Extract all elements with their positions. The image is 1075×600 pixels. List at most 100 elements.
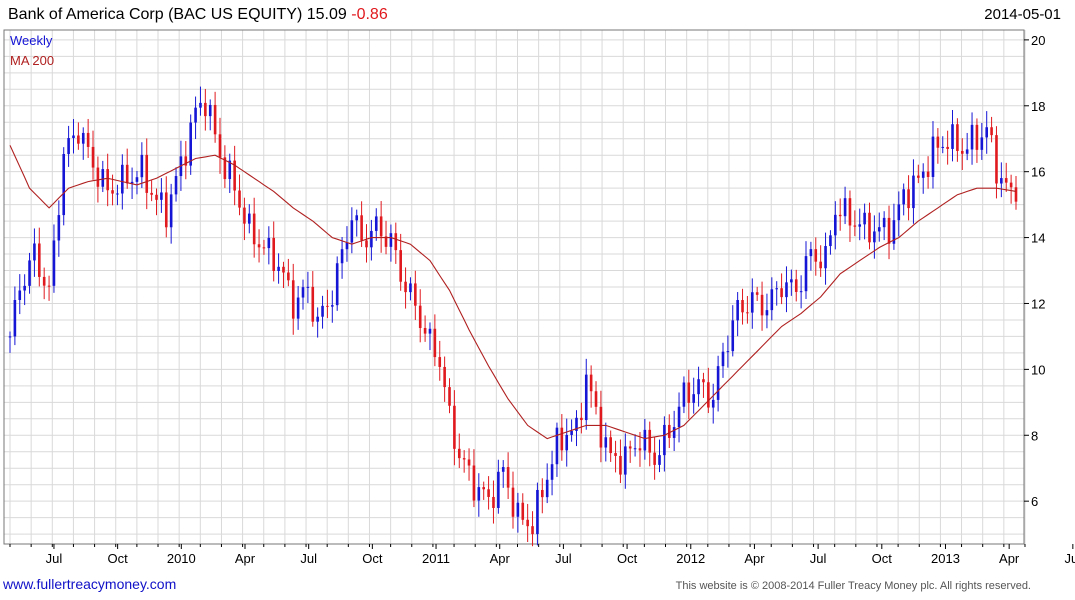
candle	[550, 450, 554, 496]
candle	[443, 356, 446, 402]
candle	[814, 237, 818, 276]
x-tick-label: Jul	[810, 551, 827, 566]
candle-body	[1014, 187, 1018, 202]
candle-body	[604, 437, 608, 448]
candle	[711, 383, 715, 424]
candle-body	[965, 149, 969, 154]
candle-body	[736, 300, 739, 321]
candle-body	[716, 366, 720, 400]
candle-body	[418, 305, 422, 328]
candle-body	[663, 424, 666, 456]
candle	[418, 289, 422, 343]
candle-body	[907, 189, 910, 209]
candle	[316, 307, 319, 338]
candle-body	[1000, 178, 1003, 184]
candle	[433, 314, 437, 367]
candle-body	[521, 502, 525, 520]
candle-body	[555, 427, 559, 465]
candle-body	[531, 526, 534, 535]
candle-body	[189, 122, 192, 166]
candle	[208, 99, 212, 131]
candle	[106, 153, 109, 207]
website-link[interactable]: www.fullertreacymoney.com	[3, 576, 176, 592]
candle-body	[291, 280, 295, 319]
candle-body	[853, 225, 857, 227]
candle-body	[62, 154, 66, 216]
candle	[868, 202, 871, 250]
candle	[873, 215, 876, 259]
candle-body	[72, 135, 75, 139]
candle-body	[750, 292, 754, 313]
candle-body	[985, 127, 988, 138]
copyright-text: This website is © 2008-2014 Fuller Treac…	[675, 580, 1031, 592]
candle-body	[282, 266, 285, 273]
candle-body	[164, 192, 168, 228]
candle-body	[560, 427, 564, 451]
candle-body	[741, 300, 744, 313]
candle	[697, 366, 700, 407]
candle	[970, 112, 974, 165]
candle-body	[145, 154, 149, 193]
candle-body	[238, 190, 241, 208]
candle-body	[633, 448, 637, 450]
x-tick-label: Jul	[300, 551, 317, 566]
candle-body	[838, 214, 842, 217]
y-tick-label: 14	[1031, 231, 1045, 246]
candle	[516, 492, 520, 533]
y-tick-label: 18	[1031, 99, 1045, 114]
candle-body	[501, 467, 505, 472]
candle-body	[667, 424, 671, 438]
candle	[931, 121, 935, 189]
x-tick-label: Jul	[555, 551, 572, 566]
candle-body	[457, 448, 461, 459]
candle-body	[38, 243, 41, 277]
y-tick-label: 16	[1031, 165, 1045, 180]
candle	[247, 204, 251, 234]
candle	[750, 278, 754, 329]
candle-body	[848, 198, 852, 226]
candle-body	[169, 194, 173, 228]
candle	[667, 414, 671, 449]
candle-body	[799, 291, 803, 293]
candle	[335, 256, 339, 311]
x-tick-label: Jul	[46, 551, 63, 566]
candle	[311, 271, 315, 327]
candle	[887, 205, 891, 260]
candle	[169, 183, 173, 244]
candle-body	[277, 266, 280, 271]
candle-body	[580, 417, 583, 421]
candle	[926, 156, 930, 189]
candle-body	[409, 283, 412, 293]
candle-body	[174, 176, 178, 195]
candle	[1009, 174, 1013, 204]
candle	[560, 414, 564, 461]
candle-body	[326, 305, 329, 307]
candle	[731, 305, 735, 357]
candle	[72, 119, 75, 154]
candle	[331, 290, 334, 323]
candle-body	[565, 434, 569, 451]
candle-body	[628, 446, 632, 449]
candle-body	[746, 312, 749, 314]
candle-body	[365, 240, 368, 248]
candle-body	[912, 175, 915, 209]
candle	[252, 197, 256, 258]
candle-body	[672, 427, 676, 438]
candle-body	[477, 487, 481, 501]
candle-body	[106, 169, 109, 191]
candle-body	[980, 137, 984, 150]
candle	[62, 147, 66, 226]
candle-body	[858, 224, 862, 227]
candle-body	[760, 294, 764, 316]
candle-body	[438, 357, 442, 367]
candle-body	[887, 217, 891, 244]
candle	[858, 208, 862, 241]
x-tick-label: 2013	[931, 551, 960, 566]
candle-body	[155, 194, 158, 200]
candle	[506, 452, 510, 500]
candle-body	[711, 399, 715, 408]
candle-body	[86, 132, 90, 147]
x-tick-label: Apr	[999, 551, 1020, 566]
candle	[306, 271, 310, 304]
candle	[204, 88, 207, 131]
